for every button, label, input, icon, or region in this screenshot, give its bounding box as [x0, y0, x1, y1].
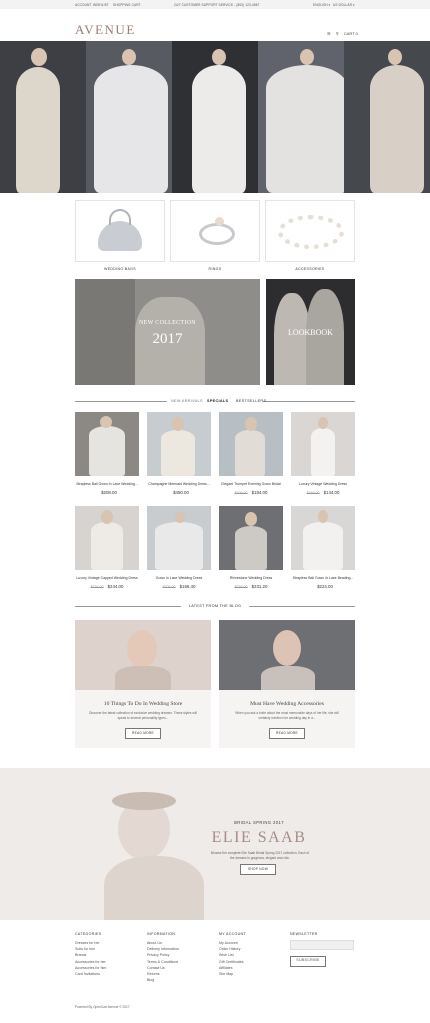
shop-now-button[interactable]: SHOP NOW [240, 864, 276, 875]
product-name[interactable]: Rhinestone Wedding Dress [219, 576, 283, 580]
product-card[interactable]: Rhinestone Wedding Dress $255.00 $231.20 [219, 506, 283, 589]
product-price: $209.00 $184.00 [234, 490, 268, 495]
product-image[interactable] [291, 506, 355, 570]
copyright-text: Powered By OpenCart Avenue © 2017 [75, 1005, 130, 1009]
product-price: $255.00 $231.20 [234, 584, 268, 589]
product-image[interactable] [147, 412, 211, 476]
wishlist-link[interactable]: WISHLIST [93, 3, 109, 7]
footer-heading: INFORMATION [147, 932, 176, 936]
product-card[interactable]: Gown In Lace Wedding Dress $205.00 $166.4… [147, 506, 211, 589]
blog-post-excerpt: Discover the latest collection of exclus… [89, 711, 197, 720]
hero-photo-4 [258, 41, 344, 193]
product-tabs: NEW ARRIVALS SPECIALS BESTSELLERS [75, 398, 355, 406]
product-card[interactable]: Strapless Ball Gown In Lace Wedding... $… [75, 412, 139, 495]
category-accessories-image[interactable] [265, 200, 355, 262]
product-image[interactable] [75, 506, 139, 570]
footer-heading: NEWSLETTER [290, 932, 318, 936]
footer-heading: MY ACCOUNT [219, 932, 246, 936]
product-price: $450.00 [173, 490, 189, 495]
feature-title: ELIE SAAB [211, 829, 307, 846]
product-name[interactable]: Strapless Ball Gown In Lace Beading... [291, 576, 355, 580]
collection-year: 2017 [152, 331, 183, 347]
hero-photo-3 [172, 41, 258, 193]
product-image[interactable] [147, 506, 211, 570]
footer-link[interactable]: Blog [147, 977, 217, 983]
product-card[interactable]: Elegant Trumpet Evening Gown Bridal $209… [219, 412, 283, 495]
footer-my-account: MY ACCOUNT My Account Order History Wish… [219, 932, 289, 977]
product-price: $224.00 [317, 584, 333, 589]
shopping-cart-link[interactable]: SHOPPING CART [113, 3, 141, 7]
product-image[interactable] [219, 506, 283, 570]
header: AVENUE ☰ ⚲ CART 0 [0, 9, 430, 41]
blog-post: Must Have Wedding Accessories When you a… [219, 620, 355, 748]
hero-photo-5 [344, 41, 430, 193]
blog-post-title[interactable]: Must Have Wedding Accessories [219, 701, 355, 707]
footer: CATEGORIES Dresses for her Suits for him… [0, 928, 430, 1023]
read-more-button[interactable]: READ MORE [269, 728, 305, 739]
lookbook-title: LOOKBOOK [288, 328, 333, 337]
subscribe-button[interactable]: SUBSCRIBE [290, 956, 326, 967]
tab-new-arrivals[interactable]: NEW ARRIVALS [171, 399, 203, 403]
language-select[interactable]: ENGLISH ▾ [313, 3, 330, 7]
product-card[interactable]: Champagne Mermaid Wedding Dress... $450.… [147, 412, 211, 495]
product-name[interactable]: Champagne Mermaid Wedding Dress... [147, 482, 211, 486]
product-price: $205.00 $166.40 [162, 584, 196, 589]
blog-post-title[interactable]: 10 Things To Do In Wedding Store [75, 701, 211, 707]
tab-bestsellers[interactable]: BESTSELLERS [236, 399, 266, 403]
product-card[interactable]: Luxury Vintage Capped Wedding Dress $335… [75, 506, 139, 589]
account-link[interactable]: ACCOUNT [75, 3, 91, 7]
read-more-button[interactable]: READ MORE [125, 728, 161, 739]
product-name[interactable]: Luxury Vintage Wedding Dress [291, 482, 355, 486]
footer-categories: CATEGORIES Dresses for her Suits for him… [75, 932, 145, 977]
blog-post-image[interactable] [219, 620, 355, 690]
header-icons: ☰ ⚲ CART 0 [327, 31, 362, 36]
featured-collection-banner: BRIDAL SPRING 2017 ELIE SAAB Browse the … [0, 768, 430, 920]
footer-link[interactable]: Site Map [219, 971, 289, 977]
blog-post-image[interactable] [75, 620, 211, 690]
currency-select[interactable]: US DOLLAR ▾ [333, 3, 355, 7]
category-accessories-label[interactable]: ACCESSORIES [265, 267, 355, 271]
category-wedding-bags-image[interactable] [75, 200, 165, 262]
product-name[interactable]: Elegant Trumpet Evening Gown Bridal [219, 482, 283, 486]
page: ACCOUNT WISHLIST SHOPPING CART 24/7 CUST… [0, 0, 430, 1023]
product-card[interactable]: Strapless Ball Gown In Lace Beading... $… [291, 506, 355, 589]
collection-title: NEW COLLECTION [139, 320, 196, 326]
footer-newsletter: NEWSLETTER SUBSCRIBE [290, 932, 360, 967]
category-rings-label[interactable]: RINGS [170, 267, 260, 271]
new-collection-banner[interactable]: NEW COLLECTION 2017 [75, 279, 260, 385]
hero-photo-1 [0, 41, 86, 193]
cart-link[interactable]: CART 0 [344, 31, 358, 36]
footer-link[interactable]: Card Invitations [75, 971, 145, 977]
product-price: $208.00 [101, 490, 117, 495]
search-icon[interactable]: ⚲ [336, 31, 339, 36]
product-card[interactable]: Luxury Vintage Wedding Dress $189.00 $144… [291, 412, 355, 495]
blog-section-title: LATEST FROM THE BLOG [75, 603, 355, 611]
footer-heading: CATEGORIES [75, 932, 102, 936]
product-price: $335.00 $244.00 [90, 584, 124, 589]
feature-kicker: BRIDAL SPRING 2017 [234, 820, 284, 825]
product-name[interactable]: Luxury Vintage Capped Wedding Dress [75, 576, 139, 580]
category-rings-image[interactable] [170, 200, 260, 262]
tab-specials[interactable]: SPECIALS [207, 399, 228, 403]
footer-information: INFORMATION About Us Delivery Informatio… [147, 932, 217, 983]
feature-text: Browse the complete Elie Saab Bridal Spr… [210, 851, 310, 860]
support-text: 24/7 CUSTOMER SUPPORT SERVICE - (800) 12… [174, 3, 260, 7]
blog-post: 10 Things To Do In Wedding Store Discove… [75, 620, 211, 748]
menu-icon[interactable]: ☰ [327, 31, 331, 36]
product-image[interactable] [75, 412, 139, 476]
newsletter-email-input[interactable] [290, 940, 354, 950]
lookbook-banner[interactable]: LOOKBOOK [266, 279, 355, 385]
product-image[interactable] [219, 412, 283, 476]
top-bar: ACCOUNT WISHLIST SHOPPING CART 24/7 CUST… [0, 0, 430, 9]
product-image[interactable] [291, 412, 355, 476]
hero-photo-2 [86, 41, 172, 193]
logo[interactable]: AVENUE [75, 22, 136, 38]
blog-post-excerpt: When you ask a bride about the most memo… [235, 711, 339, 720]
hero-slideshow[interactable] [0, 41, 430, 193]
product-name[interactable]: Strapless Ball Gown In Lace Wedding... [75, 482, 139, 486]
product-name[interactable]: Gown In Lace Wedding Dress [147, 576, 211, 580]
product-price: $189.00 $144.00 [306, 490, 340, 495]
category-wedding-bags-label[interactable]: WEDDING BAGS [75, 267, 165, 271]
